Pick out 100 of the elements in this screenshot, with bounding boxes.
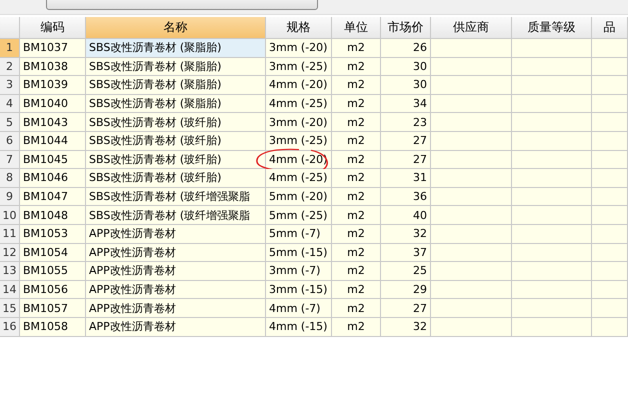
row-number[interactable]: 5 [0,113,20,132]
price-cell: 30 [381,76,431,95]
price-cell: 40 [381,206,431,225]
name-cell: SBS改性沥青卷材 (聚脂胎) [86,76,266,95]
name-cell: APP改性沥青卷材 [86,244,266,262]
row-number[interactable]: 2 [0,58,20,76]
table-cell [592,169,628,188]
code-cell: BM1039 [20,76,86,95]
unit-cell: m2 [332,113,381,132]
table-cell [592,318,628,336]
price-cell: 32 [381,224,431,244]
row-number[interactable]: 12 [0,244,20,262]
code-cell: BM1056 [20,280,86,300]
code-cell: BM1037 [20,39,86,58]
column-header[interactable]: 供应商 [431,17,512,39]
price-cell: 29 [381,280,431,300]
price-cell: 25 [381,262,431,281]
code-cell: BM1046 [20,169,86,188]
spec-cell: 4mm (-25) [266,94,332,114]
row-number[interactable]: 4 [0,94,20,114]
code-cell: BM1038 [20,58,86,76]
unit-cell: m2 [332,244,381,262]
name-cell: SBS改性沥青卷材 (玻纤胎) [86,132,266,151]
row-number[interactable]: 7 [0,150,20,170]
unit-cell: m2 [332,39,381,58]
unit-cell: m2 [332,58,381,76]
name-cell: SBS改性沥青卷材 (玻纤胎) [86,169,266,188]
unit-cell: m2 [332,262,381,281]
column-header[interactable]: 市场价 [381,17,431,39]
name-cell: SBS改性沥青卷材 (玻纤增强聚脂 [86,206,266,225]
price-cell: 32 [381,318,431,336]
unit-cell: m2 [332,94,381,114]
table-cell [592,188,628,206]
spec-cell: 3mm (-20) [266,113,332,132]
column-header[interactable]: 名称 [86,17,266,39]
price-cell: 30 [381,58,431,76]
price-cell: 34 [381,94,431,114]
table-cell [592,244,628,262]
code-cell: BM1048 [20,206,86,225]
column-header[interactable]: 编码 [20,17,86,39]
spec-cell: 3mm (-15) [266,280,332,300]
table-cell [592,132,628,151]
code-cell: BM1040 [20,94,86,114]
column-header[interactable]: 规格 [266,17,332,39]
name-cell: SBS改性沥青卷材 (聚脂胎) [86,58,266,76]
table-cell [592,299,628,318]
row-number[interactable]: 14 [0,280,20,300]
name-cell: SBS改性沥青卷材 (聚脂胎) [86,39,266,58]
row-number[interactable]: 3 [0,76,20,95]
price-cell: 27 [381,299,431,318]
unit-cell: m2 [332,188,381,206]
table-cell [592,113,628,132]
name-cell: APP改性沥青卷材 [86,224,266,244]
spec-cell: 3mm (-25) [266,58,332,76]
table-cell [592,224,628,244]
name-cell: SBS改性沥青卷材 (玻纤胎) [86,150,266,170]
price-cell: 36 [381,188,431,206]
name-cell: SBS改性沥青卷材 (玻纤增强聚脂 [86,188,266,206]
code-cell: BM1044 [20,132,86,151]
code-cell: BM1047 [20,188,86,206]
spec-cell: 3mm (-25) [266,132,332,151]
row-number[interactable]: 1 [0,39,20,58]
price-cell: 37 [381,244,431,262]
unit-cell: m2 [332,169,381,188]
spec-cell: 5mm (-20) [266,188,332,206]
column-header[interactable]: 品 [592,17,628,39]
row-number[interactable]: 16 [0,318,20,336]
spec-cell: 3mm (-20) [266,39,332,58]
code-cell: BM1043 [20,113,86,132]
unit-cell: m2 [332,299,381,318]
spec-cell: 4mm (-15) [266,318,332,336]
row-number[interactable]: 6 [0,132,20,151]
unit-cell: m2 [332,224,381,244]
row-number[interactable]: 15 [0,299,20,318]
name-cell: SBS改性沥青卷材 (玻纤胎) [86,113,266,132]
table-cell [592,206,628,225]
unit-cell: m2 [332,76,381,95]
unit-cell: m2 [332,318,381,336]
spec-cell: 3mm (-7) [266,262,332,281]
price-cell: 27 [381,132,431,151]
price-cell: 23 [381,113,431,132]
table-cell [592,58,628,76]
row-number[interactable]: 8 [0,169,20,188]
row-number[interactable]: 9 [0,188,20,206]
spec-cell: 4mm (-7) [266,299,332,318]
row-number[interactable]: 11 [0,224,20,244]
code-cell: BM1054 [20,244,86,262]
code-cell: BM1045 [20,150,86,170]
name-cell: APP改性沥青卷材 [86,280,266,300]
code-cell: BM1053 [20,224,86,244]
table-cell [592,76,628,95]
table-cell [592,94,628,114]
row-number[interactable]: 10 [0,206,20,225]
column-header[interactable]: 单位 [332,17,381,39]
row-number[interactable]: 13 [0,262,20,281]
column-header[interactable]: 质量等级 [512,17,592,39]
spec-cell: 5mm (-7) [266,224,332,244]
name-cell: APP改性沥青卷材 [86,262,266,281]
table-cell [592,150,628,170]
spec-cell: 5mm (-15) [266,244,332,262]
